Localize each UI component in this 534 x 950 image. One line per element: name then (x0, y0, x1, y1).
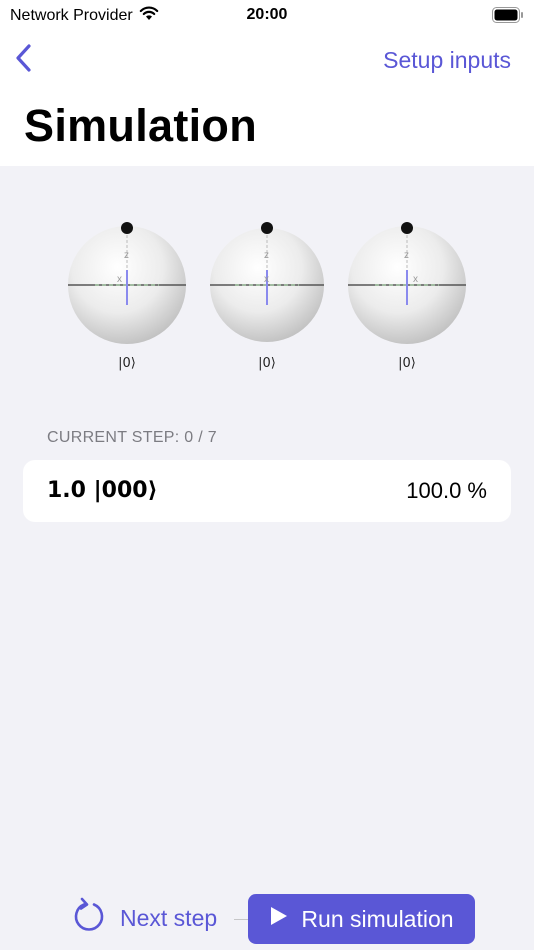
next-step-button[interactable]: Next step (72, 894, 217, 942)
clock: 20:00 (246, 6, 288, 23)
back-button[interactable] (10, 43, 38, 78)
bloch-spheres: z x |0⟩ z x |0⟩ z x |0⟩ (0, 218, 534, 378)
z-axis-label: z (124, 250, 129, 261)
play-icon (269, 905, 289, 933)
bloch-sphere-icon (68, 222, 186, 344)
state-row: 1.0 |000⟩ 100.0 % (23, 460, 511, 522)
x-axis-label: x (117, 274, 122, 285)
chevron-left-icon (15, 43, 33, 78)
z-axis-label: z (404, 250, 409, 261)
qubit-state-label: |0⟩ (258, 356, 276, 371)
state-amplitude: 1.0 |000⟩ (47, 478, 158, 503)
qubit-sphere: z x |0⟩ (65, 218, 189, 378)
current-step-header: CURRENT STEP: 0 / 7 (47, 429, 217, 446)
bottom-toolbar: Next step Run simulation (0, 880, 534, 950)
qubit-state-label: |0⟩ (398, 356, 416, 371)
state-probability: 100.0 % (406, 478, 487, 503)
setup-inputs-button[interactable]: Setup inputs (383, 47, 511, 74)
x-axis-label: x (264, 274, 269, 285)
x-axis-label: x (413, 274, 418, 285)
qubit-sphere: z x |0⟩ (345, 218, 469, 378)
next-step-label: Next step (120, 904, 218, 931)
navigation-bar: Setup inputs (0, 38, 534, 82)
run-simulation-button[interactable]: Run simulation (248, 894, 475, 944)
run-simulation-label: Run simulation (301, 905, 454, 932)
header-area: Network Provider 20:00 Setup inputs Simu… (0, 0, 534, 166)
qubit-state-label: |0⟩ (118, 356, 136, 371)
status-bar: Network Provider 20:00 (0, 0, 534, 32)
bloch-sphere-icon (348, 222, 466, 344)
z-axis-label: z (264, 250, 269, 261)
battery-icon (492, 7, 524, 23)
qubit-sphere: z x |0⟩ (205, 218, 329, 378)
page-title: Simulation (24, 100, 258, 151)
rotate-icon (72, 897, 106, 939)
